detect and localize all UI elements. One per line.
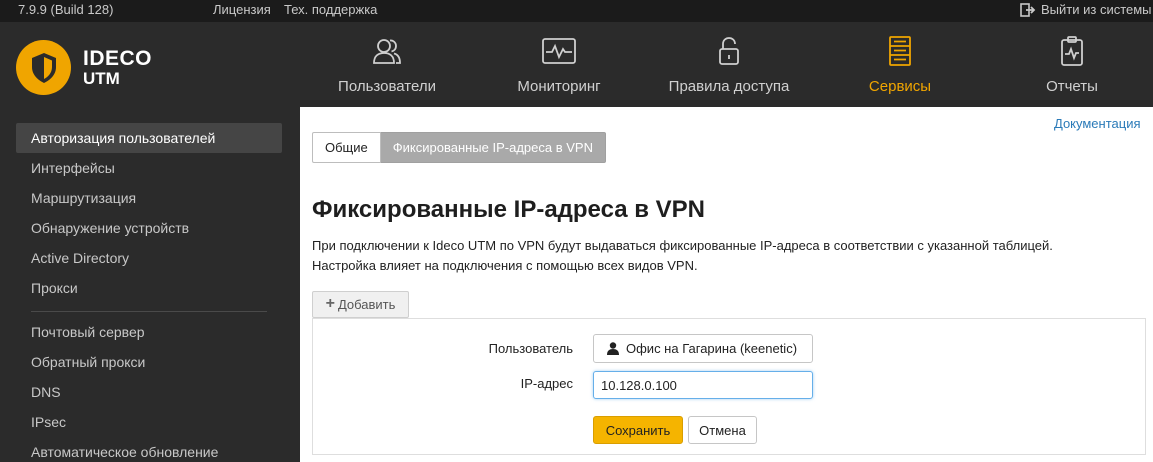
sidebar-item-user-auth[interactable]: Авторизация пользователей	[16, 123, 282, 153]
sidebar-item-mail-server[interactable]: Почтовый сервер	[16, 317, 282, 347]
top-bar: 7.9.9 (Build 128) Лицензия Тех. поддержк…	[0, 0, 1153, 22]
sidebar-item-interfaces[interactable]: Интерфейсы	[16, 153, 282, 183]
user-icon	[607, 342, 619, 355]
nav-services[interactable]: Сервисы	[866, 22, 934, 107]
sidebar-item-proxy[interactable]: Прокси	[16, 273, 282, 303]
logout-label: Выйти из системы	[1041, 2, 1152, 17]
users-icon	[372, 22, 402, 72]
nav-users[interactable]: Пользователи	[336, 22, 438, 107]
version-label: 7.9.9 (Build 128)	[18, 2, 114, 17]
brand-name: IDECO	[83, 46, 153, 70]
support-link[interactable]: Тех. поддержка	[284, 2, 377, 17]
add-button-label: Добавить	[337, 297, 396, 312]
nav-access-rules[interactable]: Правила доступа	[669, 22, 789, 107]
brand-product: UTM	[83, 68, 120, 88]
nav-monitoring[interactable]: Мониторинг	[512, 22, 606, 107]
sidebar-item-routing[interactable]: Маршрутизация	[16, 183, 282, 213]
page-description: При подключении к Ideco UTM по VPN будут…	[312, 236, 1053, 276]
sidebar-item-auto-update[interactable]: Автоматическое обновление	[16, 437, 282, 462]
user-select-value: Офис на Гагарина (keenetic)	[626, 341, 798, 356]
main-header: IDECO UTM Пользователи Мониторинг Правил…	[0, 22, 1153, 107]
ip-label: IP-адрес	[520, 376, 573, 391]
server-icon	[888, 22, 912, 72]
logout-icon	[1020, 2, 1036, 17]
report-icon	[1060, 22, 1084, 72]
lock-icon	[718, 22, 740, 72]
description-line-2: Настройка влияет на подключения с помощь…	[312, 258, 698, 273]
description-line-1: При подключении к Ideco UTM по VPN будут…	[312, 238, 1053, 253]
add-form-panel: Пользователь Офис на Гагарина (keenetic)…	[312, 318, 1146, 455]
user-label: Пользователь	[488, 341, 573, 356]
ip-address-input[interactable]	[593, 371, 813, 399]
sidebar-item-active-directory[interactable]: Active Directory	[16, 243, 282, 273]
logout-button[interactable]: Выйти из системы	[1020, 2, 1152, 17]
user-select[interactable]: Офис на Гагарина (keenetic)	[593, 334, 813, 363]
tab-bar: Общие Фиксированные IP-адреса в VPN	[312, 132, 606, 163]
sidebar-item-dns[interactable]: DNS	[16, 377, 282, 407]
page-title: Фиксированные IP-адреса в VPN	[312, 196, 706, 223]
save-button[interactable]: Сохранить	[593, 416, 683, 444]
add-button[interactable]: + Добавить	[312, 291, 409, 318]
logo[interactable]: IDECO UTM	[16, 40, 152, 95]
sidebar-item-ipsec[interactable]: IPsec	[16, 407, 282, 437]
shield-logo-icon	[16, 40, 71, 95]
sidebar: Авторизация пользователей Интерфейсы Мар…	[0, 107, 300, 462]
sidebar-item-device-discovery[interactable]: Обнаружение устройств	[16, 213, 282, 243]
tab-general[interactable]: Общие	[312, 132, 381, 163]
cancel-button[interactable]: Отмена	[688, 416, 757, 444]
nav-reports[interactable]: Отчеты	[1040, 22, 1104, 107]
sidebar-item-reverse-proxy[interactable]: Обратный прокси	[16, 347, 282, 377]
license-link[interactable]: Лицензия	[213, 2, 271, 17]
sidebar-divider	[31, 311, 267, 312]
tab-fixed-ip-vpn[interactable]: Фиксированные IP-адреса в VPN	[380, 132, 606, 163]
documentation-link[interactable]: Документация	[1054, 116, 1141, 131]
plus-icon: +	[325, 295, 335, 312]
monitoring-icon	[542, 22, 576, 72]
